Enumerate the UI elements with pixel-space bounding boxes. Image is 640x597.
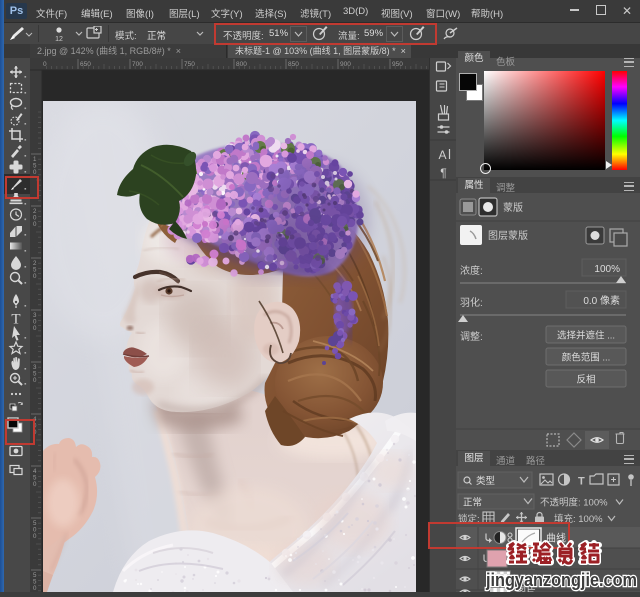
- svg-text:正常: 正常: [463, 497, 482, 509]
- svg-text:A: A: [438, 148, 446, 162]
- svg-text:jingyanzongjie.com: jingyanzongjie.com: [485, 570, 637, 590]
- svg-text:T: T: [578, 476, 585, 488]
- svg-text:不透明度: 100%: 不透明度: 100%: [540, 497, 608, 509]
- svg-text:0: 0: [33, 221, 37, 228]
- svg-text:图层蒙版: 图层蒙版: [488, 229, 528, 242]
- svg-text:0: 0: [33, 481, 37, 488]
- svg-text:T: T: [11, 312, 20, 328]
- svg-text:反相: 反相: [576, 374, 595, 386]
- svg-text:0.0 像素: 0.0 像素: [583, 294, 620, 307]
- svg-text:0: 0: [33, 377, 37, 384]
- svg-text:0: 0: [33, 169, 37, 176]
- svg-text:0: 0: [43, 61, 47, 68]
- svg-text:0: 0: [33, 585, 37, 592]
- svg-text:100%: 100%: [594, 264, 620, 275]
- svg-text:调整:: 调整:: [460, 330, 483, 343]
- svg-text:选择并遮住 ...: 选择并遮住 ...: [557, 330, 615, 342]
- svg-text:650: 650: [80, 61, 91, 68]
- svg-text:¶: ¶: [440, 166, 446, 180]
- svg-text:900: 900: [340, 61, 351, 68]
- svg-text:0: 0: [33, 273, 37, 280]
- svg-text:0: 0: [33, 325, 37, 332]
- svg-text:0: 0: [33, 533, 37, 540]
- svg-text:12: 12: [55, 36, 63, 43]
- svg-text:750: 750: [184, 61, 195, 68]
- svg-text:700: 700: [132, 61, 143, 68]
- svg-text:850: 850: [288, 61, 299, 68]
- svg-text:950: 950: [392, 61, 403, 68]
- svg-text:羽化:: 羽化:: [460, 296, 483, 309]
- svg-text:蒙版: 蒙版: [503, 201, 523, 214]
- svg-text:800: 800: [236, 61, 247, 68]
- svg-text:类型: 类型: [476, 475, 496, 487]
- svg-text:颜色范围 ...: 颜色范围 ...: [562, 352, 611, 364]
- svg-text:浓度:: 浓度:: [460, 264, 483, 277]
